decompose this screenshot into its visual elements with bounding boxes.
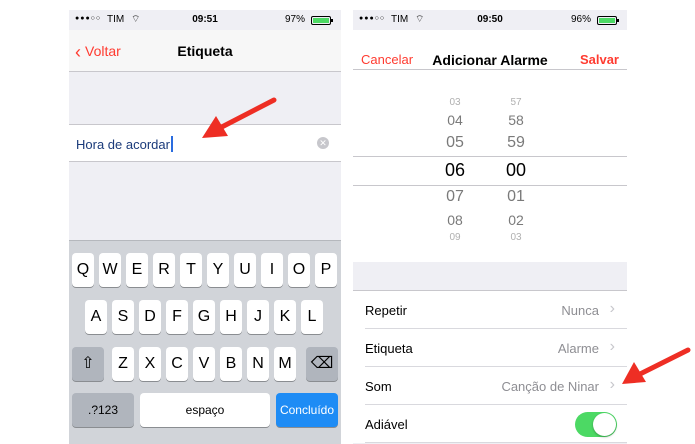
delete-key[interactable]: ⌫ bbox=[306, 347, 338, 381]
label-label: Etiqueta bbox=[365, 341, 413, 356]
status-bar: ●●●○○ TIM ⌔ 09:50 96% bbox=[353, 10, 627, 30]
key-h[interactable]: H bbox=[220, 300, 242, 334]
label-value: Alarme bbox=[557, 341, 599, 356]
chevron-right-icon: › bbox=[609, 338, 615, 355]
key-m[interactable]: M bbox=[274, 347, 296, 381]
key-n[interactable]: N bbox=[247, 347, 269, 381]
hour-item: 03 bbox=[449, 97, 461, 108]
clear-text-icon[interactable]: ✕ bbox=[317, 137, 329, 149]
minute-column[interactable]: 57 58 59 00 01 02 03 bbox=[496, 70, 536, 262]
key-s[interactable]: S bbox=[112, 300, 134, 334]
text-caret bbox=[170, 136, 173, 152]
page-title: Etiqueta bbox=[177, 43, 233, 59]
picker-selection-band bbox=[353, 156, 627, 186]
key-r[interactable]: R bbox=[153, 253, 175, 287]
annotation-arrow-right bbox=[622, 347, 691, 384]
hour-column[interactable]: 03 04 05 06 07 08 09 bbox=[435, 70, 475, 262]
add-alarm-screen: ●●●○○ TIM ⌔ 09:50 96% Cancelar Adicionar… bbox=[353, 10, 627, 444]
annotation-arrow-left bbox=[202, 97, 277, 138]
minute-item: 59 bbox=[507, 134, 525, 151]
label-screen: ●●●○○ TIM ⌔ 09:51 97% ‹ Voltar Etiqueta H… bbox=[69, 10, 341, 444]
hour-item: 07 bbox=[446, 188, 464, 205]
snooze-toggle[interactable] bbox=[575, 412, 617, 437]
key-i[interactable]: I bbox=[261, 253, 283, 287]
battery-percent: 97% bbox=[284, 14, 305, 25]
minute-selected: 00 bbox=[505, 160, 527, 180]
nav-bar: ‹ Voltar Etiqueta bbox=[69, 30, 341, 72]
key-c[interactable]: C bbox=[166, 347, 188, 381]
label-input[interactable]: Hora de acordar bbox=[76, 136, 173, 152]
alarm-settings-list: Repetir Nunca › Etiqueta Alarme › Som Ca… bbox=[353, 290, 627, 443]
status-bar: ●●●○○ TIM ⌔ 09:51 97% bbox=[69, 10, 341, 30]
key-v[interactable]: V bbox=[193, 347, 215, 381]
repeat-row[interactable]: Repetir Nunca › bbox=[365, 291, 627, 329]
key-y[interactable]: Y bbox=[207, 253, 229, 287]
label-input-text: Hora de acordar bbox=[76, 137, 170, 152]
key-a[interactable]: A bbox=[85, 300, 107, 334]
battery-percent: 96% bbox=[570, 14, 591, 25]
repeat-value: Nunca bbox=[561, 303, 599, 318]
hour-item: 04 bbox=[447, 112, 463, 128]
key-o[interactable]: O bbox=[288, 253, 310, 287]
keyboard: Q W E R T Y U I O P A S D F G H J K L ⇧ … bbox=[69, 240, 341, 444]
key-d[interactable]: D bbox=[139, 300, 161, 334]
snooze-row: Adiável bbox=[365, 405, 627, 443]
key-x[interactable]: X bbox=[139, 347, 161, 381]
sound-row[interactable]: Som Canção de Ninar › bbox=[365, 367, 627, 405]
key-t[interactable]: T bbox=[180, 253, 202, 287]
snooze-label: Adiável bbox=[365, 417, 408, 432]
hour-item: 09 bbox=[449, 232, 461, 243]
space-key[interactable]: espaço bbox=[140, 393, 270, 427]
minute-item: 58 bbox=[508, 112, 524, 128]
key-p[interactable]: P bbox=[315, 253, 337, 287]
sound-value: Canção de Ninar bbox=[501, 379, 599, 394]
hour-selected: 06 bbox=[444, 160, 466, 180]
key-k[interactable]: K bbox=[274, 300, 296, 334]
repeat-label: Repetir bbox=[365, 303, 407, 318]
key-q[interactable]: Q bbox=[72, 253, 94, 287]
hour-item: 05 bbox=[446, 134, 464, 151]
done-key[interactable]: Concluído bbox=[276, 393, 338, 427]
numbers-key[interactable]: .?123 bbox=[72, 393, 134, 427]
time-picker[interactable]: 03 04 05 06 07 08 09 57 58 59 00 01 02 0… bbox=[353, 70, 627, 262]
key-l[interactable]: L bbox=[301, 300, 323, 334]
key-z[interactable]: Z bbox=[112, 347, 134, 381]
sound-label: Som bbox=[365, 379, 392, 394]
chevron-right-icon: › bbox=[609, 300, 615, 317]
toggle-knob bbox=[593, 413, 616, 436]
minute-item: 01 bbox=[507, 188, 525, 205]
shift-key[interactable]: ⇧ bbox=[72, 347, 104, 381]
key-b[interactable]: B bbox=[220, 347, 242, 381]
key-e[interactable]: E bbox=[126, 253, 148, 287]
save-button[interactable]: Salvar bbox=[580, 52, 619, 67]
battery-icon bbox=[311, 16, 333, 25]
key-f[interactable]: F bbox=[166, 300, 188, 334]
key-u[interactable]: U bbox=[234, 253, 256, 287]
label-row[interactable]: Etiqueta Alarme › bbox=[365, 329, 627, 367]
chevron-right-icon: › bbox=[609, 376, 615, 393]
key-w[interactable]: W bbox=[99, 253, 121, 287]
hour-item: 08 bbox=[447, 212, 463, 228]
battery-icon bbox=[597, 16, 619, 25]
minute-item: 57 bbox=[510, 97, 522, 108]
minute-item: 02 bbox=[508, 212, 524, 228]
minute-item: 03 bbox=[510, 232, 522, 243]
nav-bar: Cancelar Adicionar Alarme Salvar bbox=[353, 30, 627, 70]
key-j[interactable]: J bbox=[247, 300, 269, 334]
key-g[interactable]: G bbox=[193, 300, 215, 334]
